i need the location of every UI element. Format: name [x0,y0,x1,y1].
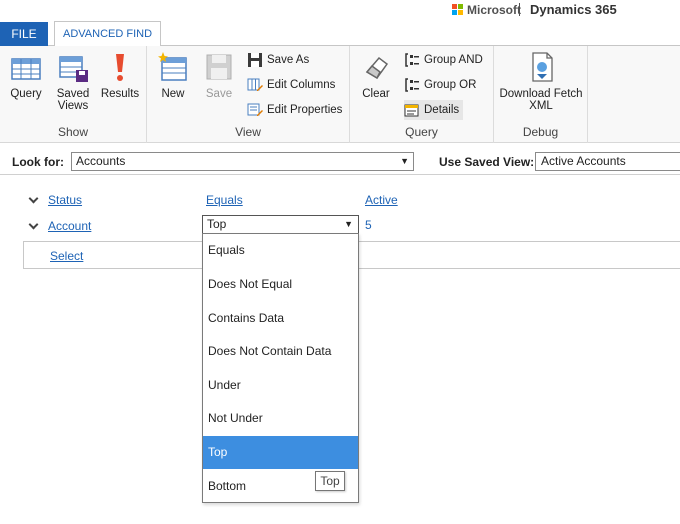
group-and-button[interactable]: Group AND [404,50,483,70]
save-button[interactable]: Save [199,50,239,100]
new-label: New [161,88,185,100]
operator-select[interactable]: Top ▼ [202,215,359,234]
criteria-field-account[interactable]: Account [48,219,91,233]
look-for-value: Accounts [76,154,126,168]
save-as-icon [247,52,263,68]
results-button[interactable]: Results [100,50,140,100]
product-name: Dynamics 365 [530,2,617,17]
edit-properties-icon [247,102,263,118]
option-not-under[interactable]: Not Under [203,402,358,435]
option-equals[interactable]: Equals [203,234,358,267]
ribbon-tabs: FILE ADVANCED FIND [0,20,680,47]
option-does-not-equal[interactable]: Does Not Equal [203,268,358,301]
save-as-label: Save As [267,54,310,66]
new-query-icon [156,50,190,84]
tab-advanced-find[interactable]: ADVANCED FIND [54,21,161,47]
option-does-not-contain-data[interactable]: Does Not Contain Data [203,335,358,368]
criteria-value-active[interactable]: Active [365,193,398,207]
group-and-icon [404,52,420,68]
edit-columns-icon [247,77,263,93]
operator-dropdown-list: Equals Does Not Equal Contains Data Does… [202,233,359,503]
group-label-view: View [235,125,261,139]
save-as-button[interactable]: Save As [247,50,309,70]
group-or-label: Group OR [424,79,477,91]
use-saved-view-label: Use Saved View: [439,155,535,169]
edit-columns-button[interactable]: Edit Columns [247,75,335,95]
group-and-label: Group AND [424,54,483,66]
saved-view-value: Active Accounts [541,154,626,168]
new-button[interactable]: New [153,50,193,100]
look-for-select[interactable]: Accounts ▼ [71,152,414,171]
option-tooltip: Top [315,471,345,491]
select-field-link[interactable]: Select [50,249,83,263]
collapse-chevron-icon[interactable] [29,221,37,229]
query-grid-icon [9,50,43,84]
results-label: Results [100,88,140,100]
saved-view-select[interactable]: Active Accounts [535,152,680,171]
edit-columns-label: Edit Columns [267,79,336,91]
exclamation-icon [103,50,137,84]
criteria-field-status[interactable]: Status [48,193,82,207]
dropdown-arrow-icon: ▼ [400,156,409,166]
operator-select-value: Top [207,217,227,231]
details-icon [404,102,420,118]
save-disk-icon [202,50,236,84]
brand-separator [519,3,520,16]
option-under[interactable]: Under [203,369,358,402]
ribbon-group-debug: Download Fetch XML Debug [494,46,588,143]
group-label-show: Show [57,125,89,139]
fetch-xml-icon [524,50,558,84]
ribbon: Query Saved Views Results Show New Save … [0,46,680,143]
option-contains-data[interactable]: Contains Data [203,302,358,335]
ribbon-group-show: Query Saved Views Results Show [0,46,147,143]
group-or-icon [404,77,420,93]
saved-views-label: Saved Views [56,88,90,112]
group-label-query: Query [405,125,438,139]
ribbon-group-query: Clear Group AND Group OR Details Query [350,46,494,143]
option-top[interactable]: Top [203,436,358,469]
criteria-value-account[interactable]: 5 [365,218,372,232]
details-label: Details [424,104,460,116]
query-label: Query [10,88,42,100]
tab-file[interactable]: FILE [0,22,48,46]
query-button[interactable]: Query [6,50,46,100]
collapse-chevron-icon[interactable] [29,195,37,203]
eraser-icon [359,50,393,84]
microsoft-logo-icon [452,4,464,16]
saved-views-button[interactable]: Saved Views [52,50,94,112]
clear-label: Clear [362,88,390,100]
brand-bar: Microsoft Dynamics 365 [0,0,680,20]
saved-views-icon [56,50,90,84]
edit-properties-button[interactable]: Edit Properties [247,100,342,120]
ribbon-group-view: New Save Save As Edit Columns Edit Prope… [147,46,350,143]
group-or-button[interactable]: Group OR [404,75,476,95]
look-for-label: Look for: [12,155,64,169]
download-fetch-xml-button[interactable]: Download Fetch XML [497,50,585,112]
edit-properties-label: Edit Properties [267,104,343,116]
save-label: Save [205,88,233,100]
details-button[interactable]: Details [404,100,464,120]
download-fetch-label: Download Fetch XML [499,88,583,112]
clear-button[interactable]: Clear [356,50,396,100]
group-label-debug: Debug [522,125,559,139]
dropdown-arrow-icon: ▼ [344,219,353,229]
criteria-operator-equals[interactable]: Equals [206,193,243,207]
microsoft-label: Microsoft [467,3,521,17]
look-for-bar: Look for: Accounts ▼ Use Saved View: Act… [0,148,680,175]
